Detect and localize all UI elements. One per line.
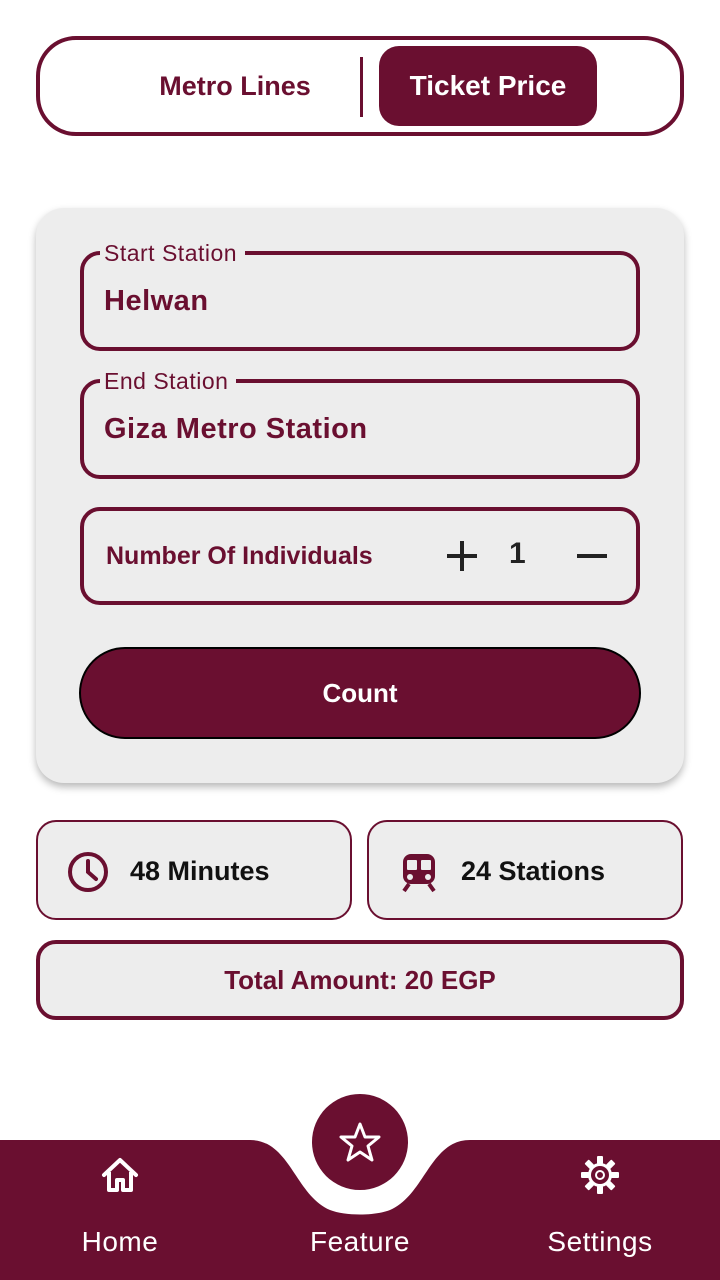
stations-card: 24 Stations — [367, 820, 683, 920]
end-station-label: End Station — [100, 368, 237, 395]
segmented-control: Metro Lines Ticket Price — [36, 36, 684, 136]
total-amount-text: Total Amount: 20 EGP — [224, 964, 496, 995]
nav-label-home: Home — [81, 1226, 159, 1257]
end-station-field[interactable]: End Station Giza Metro Station — [80, 368, 640, 479]
start-station-value[interactable]: Helwan — [104, 285, 209, 318]
tab-metro-lines[interactable]: Metro Lines — [120, 46, 350, 126]
tab-ticket-price-label: Ticket Price — [409, 70, 567, 101]
individuals-stepper: Number Of Individuals 1 — [80, 507, 640, 605]
stations-text: 24 Stations — [461, 856, 606, 886]
bottom-nav: Home Feature Settings — [0, 1090, 720, 1280]
duration-text: 48 Minutes — [130, 856, 270, 886]
nav-item-home[interactable]: Home — [40, 1155, 200, 1275]
individuals-label: Number Of Individuals — [106, 542, 373, 570]
nav-item-feature[interactable]: Feature — [280, 1155, 440, 1275]
train-icon — [402, 854, 436, 893]
count-button-label: Count — [322, 677, 398, 708]
minus-icon[interactable] — [574, 538, 610, 574]
clock-icon — [68, 852, 108, 892]
plus-icon[interactable] — [444, 538, 480, 574]
count-button[interactable]: Count — [79, 647, 641, 739]
duration-card: 48 Minutes — [36, 820, 352, 920]
individuals-count: 1 — [509, 537, 526, 570]
tab-metro-lines-label: Metro Lines — [159, 70, 311, 101]
start-station-label: Start Station — [100, 240, 246, 267]
start-station-field[interactable]: Start Station Helwan — [80, 240, 640, 351]
nav-item-settings[interactable]: Settings — [520, 1155, 680, 1275]
total-amount: Total Amount: 20 EGP — [36, 940, 684, 1020]
nav-label-settings: Settings — [547, 1226, 653, 1257]
tab-divider — [360, 57, 363, 117]
end-station-value[interactable]: Giza Metro Station — [104, 413, 368, 446]
tab-ticket-price[interactable]: Ticket Price — [379, 46, 597, 126]
ticket-form-card: Start Station Helwan End Station Giza Me… — [36, 208, 684, 783]
home-icon — [102, 1158, 138, 1192]
nav-label-feature: Feature — [310, 1226, 410, 1257]
gear-icon — [581, 1156, 619, 1194]
